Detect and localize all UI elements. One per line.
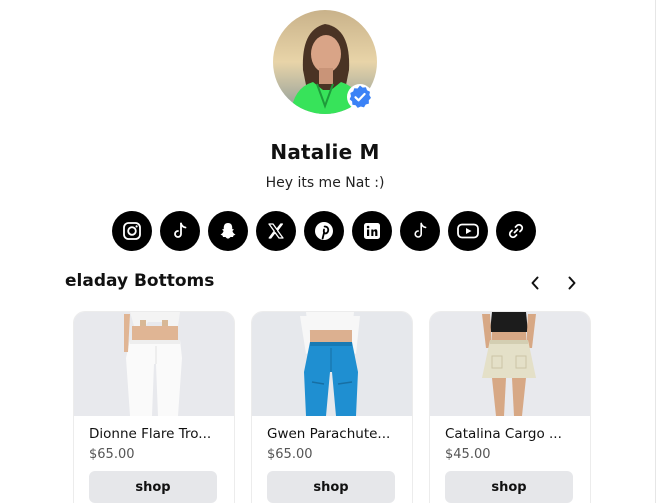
product-price: $65.00: [89, 447, 135, 462]
tiktok-icon[interactable]: [160, 211, 200, 251]
profile-name: Natalie M: [270, 140, 380, 164]
product-title: Dionne Flare Tro...: [89, 426, 212, 442]
product-image[interactable]: [252, 312, 412, 416]
instagram-icon[interactable]: [112, 211, 152, 251]
chevron-left-icon: [531, 276, 539, 290]
section-title: eladay Bottoms: [65, 271, 215, 291]
verified-badge-icon: [346, 83, 374, 111]
product-price: $45.00: [445, 447, 491, 462]
product-price: $65.00: [267, 447, 313, 462]
youtube-icon[interactable]: [448, 211, 488, 251]
product-title: Gwen Parachute...: [267, 426, 391, 442]
profile-bio: Hey its me Nat :): [265, 175, 385, 191]
product-carousel: Dionne Flare Tro... $65.00 shop Gwen Par…: [73, 311, 591, 503]
pinterest-icon[interactable]: [304, 211, 344, 251]
product-title: Catalina Cargo ...: [445, 426, 562, 442]
link-icon[interactable]: [496, 211, 536, 251]
product-card[interactable]: Catalina Cargo ... $45.00 shop: [429, 311, 591, 503]
product-image[interactable]: [430, 312, 590, 416]
carousel-next-button[interactable]: [562, 272, 582, 294]
shop-button[interactable]: shop: [445, 471, 573, 503]
snapchat-icon[interactable]: [208, 211, 248, 251]
product-card[interactable]: Dionne Flare Tro... $65.00 shop: [73, 311, 235, 503]
product-card[interactable]: Gwen Parachute... $65.00 shop: [251, 311, 413, 503]
carousel-prev-button[interactable]: [525, 272, 545, 294]
linkedin-icon[interactable]: [352, 211, 392, 251]
chevron-right-icon: [568, 276, 576, 290]
shop-button[interactable]: shop: [267, 471, 395, 503]
product-image[interactable]: [74, 312, 234, 416]
shop-button[interactable]: shop: [89, 471, 217, 503]
tiktok-alt-icon[interactable]: [400, 211, 440, 251]
link-in-bio-page: Natalie M Hey its me Nat :) eladay Botto…: [0, 0, 656, 503]
social-links: [112, 211, 536, 251]
x-icon[interactable]: [256, 211, 296, 251]
